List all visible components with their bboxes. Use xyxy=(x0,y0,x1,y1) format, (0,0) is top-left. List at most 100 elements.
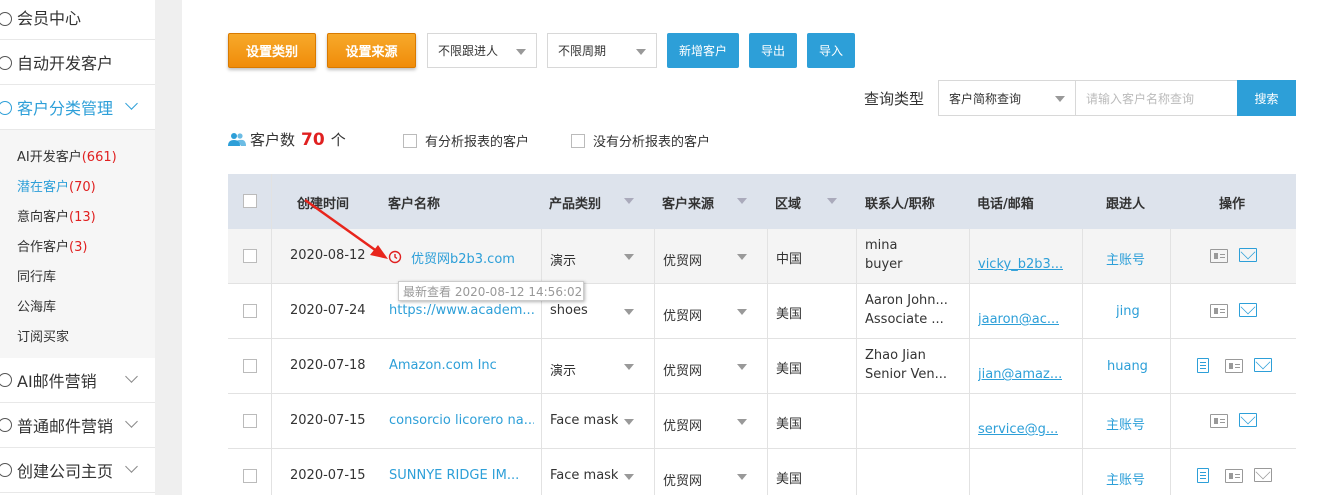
checkbox[interactable] xyxy=(571,133,585,148)
caret-down-icon[interactable] xyxy=(737,309,747,315)
table-row[interactable]: 2020-07-18 Amazon.com Inc 演示 优贸网 美国 Zhao… xyxy=(228,339,1296,394)
contact-card-icon[interactable] xyxy=(1225,359,1243,373)
report-icon[interactable] xyxy=(1197,358,1209,373)
column-divider xyxy=(271,174,272,495)
customer-name-link[interactable]: Amazon.com Inc xyxy=(389,358,497,373)
report-icon[interactable] xyxy=(1197,468,1209,483)
table-row[interactable]: 2020-07-15 SUNNYE RIDGE IM... Face mask … xyxy=(228,449,1296,504)
table-row[interactable]: 2020-07-24 https://www.academ... shoes 优… xyxy=(228,284,1296,339)
col-phone-email: 电话/邮箱 xyxy=(977,197,1034,212)
row-checkbox[interactable] xyxy=(243,469,257,483)
cell-source[interactable]: 优贸网 xyxy=(663,470,702,489)
cell-region: 中国 xyxy=(776,252,803,267)
contact-card-icon[interactable] xyxy=(1210,304,1228,318)
import-button[interactable]: 导入 xyxy=(807,33,855,68)
sidebar-item-member-center[interactable]: 会员中心 xyxy=(0,0,155,40)
search-input[interactable]: 请输入客户名称查询 xyxy=(1076,80,1238,116)
cell-owner[interactable]: 主账号 xyxy=(1106,469,1145,488)
caret-down-icon[interactable] xyxy=(624,254,634,260)
cell-product[interactable]: 演示 xyxy=(550,360,576,379)
cell-product[interactable]: Face mask xyxy=(550,468,618,483)
row-checkbox[interactable] xyxy=(243,304,257,318)
table-row[interactable]: 2020-07-15 consorcio licorero na... Face… xyxy=(228,394,1296,449)
customer-name-link[interactable]: 优贸网b2b3.com xyxy=(411,248,515,267)
sub-item-intent[interactable]: 意向客户(13) xyxy=(17,206,96,225)
export-button[interactable]: 导出 xyxy=(749,33,797,68)
cell-owner[interactable]: huang xyxy=(1107,359,1148,374)
sidebar-item-normal-email[interactable]: 普通邮件营销 xyxy=(0,403,155,448)
cell-source[interactable]: 优贸网 xyxy=(663,250,702,269)
add-customer-button[interactable]: 新增客户 xyxy=(667,33,739,68)
customer-name-link[interactable]: SUNNYE RIDGE IM... xyxy=(389,468,534,483)
checkbox[interactable] xyxy=(403,133,417,148)
chevron-down-icon xyxy=(125,460,138,473)
cell-contact-title: buyer xyxy=(865,257,903,272)
cell-source[interactable]: 优贸网 xyxy=(663,305,702,324)
cell-email[interactable]: service@g... xyxy=(978,422,1058,437)
query-type-select[interactable]: 客户简称查询 xyxy=(938,80,1076,116)
cell-owner[interactable]: 主账号 xyxy=(1106,414,1145,433)
sidebar-item-ai-email[interactable]: AI邮件营销 xyxy=(0,358,155,403)
sub-item-cooperation[interactable]: 合作客户(3) xyxy=(17,236,87,255)
caret-down-icon[interactable] xyxy=(624,419,634,425)
column-divider xyxy=(541,229,542,495)
caret-down-icon[interactable] xyxy=(624,474,634,480)
caret-down-icon[interactable] xyxy=(737,254,747,260)
caret-down-icon[interactable] xyxy=(624,364,634,370)
caret-down-icon[interactable] xyxy=(737,198,747,204)
cell-product[interactable]: 演示 xyxy=(550,250,576,269)
cell-email[interactable]: jian@amaz... xyxy=(978,367,1062,382)
mail-icon[interactable] xyxy=(1239,413,1257,427)
period-select[interactable]: 不限周期 xyxy=(547,33,657,68)
auto-icon xyxy=(0,56,12,70)
column-divider xyxy=(767,229,768,495)
sub-item-ai-develop[interactable]: AI开发客户(661) xyxy=(17,146,117,165)
chevron-down-icon xyxy=(125,97,138,110)
filter-without-report[interactable]: 没有分析报表的客户 xyxy=(571,131,710,150)
mail-icon[interactable] xyxy=(1239,303,1257,317)
cell-date: 2020-07-24 xyxy=(290,303,366,318)
followup-select[interactable]: 不限跟进人 xyxy=(427,33,537,68)
sidebar-item-auto-develop[interactable]: 自动开发客户 xyxy=(0,40,155,85)
set-source-button[interactable]: 设置来源 xyxy=(327,33,416,68)
cell-email[interactable]: jaaron@ac... xyxy=(978,312,1059,327)
cell-owner[interactable]: 主账号 xyxy=(1106,249,1145,268)
col-contact: 联系人/职称 xyxy=(865,197,935,212)
sidebar-item-customer-category[interactable]: 客户分类管理 xyxy=(0,85,155,130)
customer-name-link[interactable]: https://www.academ... xyxy=(389,303,534,318)
sidebar-item-company-page[interactable]: 创建公司主页 xyxy=(0,448,155,493)
sub-item-public-pool[interactable]: 公海库 xyxy=(17,296,56,315)
set-category-button[interactable]: 设置类别 xyxy=(228,33,316,68)
search-button[interactable]: 搜索 xyxy=(1237,80,1296,116)
mail-icon[interactable] xyxy=(1254,468,1272,482)
sub-item-subscribed-buyers[interactable]: 订阅买家 xyxy=(17,326,69,345)
caret-down-icon xyxy=(516,49,526,55)
cell-owner[interactable]: jing xyxy=(1116,304,1140,319)
filter-with-report[interactable]: 有分析报表的客户 xyxy=(403,131,529,150)
customer-name-link[interactable]: consorcio licorero na... xyxy=(389,413,534,428)
contact-card-icon[interactable] xyxy=(1225,469,1243,483)
sidebar-gutter xyxy=(155,0,182,495)
select-all-checkbox[interactable] xyxy=(243,194,257,208)
cell-source[interactable]: 优贸网 xyxy=(663,360,702,379)
row-checkbox[interactable] xyxy=(243,249,257,263)
caret-down-icon[interactable] xyxy=(737,364,747,370)
row-checkbox[interactable] xyxy=(243,414,257,428)
sub-item-peer[interactable]: 同行库 xyxy=(17,266,56,285)
cell-date: 2020-07-15 xyxy=(290,413,366,428)
caret-down-icon[interactable] xyxy=(827,198,837,204)
mail-icon[interactable] xyxy=(1254,358,1272,372)
cell-product[interactable]: shoes xyxy=(550,303,588,318)
mail-icon[interactable] xyxy=(1239,248,1257,262)
contact-card-icon[interactable] xyxy=(1210,414,1228,428)
cell-source[interactable]: 优贸网 xyxy=(663,415,702,434)
caret-down-icon[interactable] xyxy=(624,309,634,315)
cell-product[interactable]: Face mask xyxy=(550,413,618,428)
contact-card-icon[interactable] xyxy=(1210,249,1228,263)
caret-down-icon[interactable] xyxy=(737,474,747,480)
sub-item-potential[interactable]: 潜在客户(70) xyxy=(17,176,96,195)
cell-email[interactable]: vicky_b2b3... xyxy=(978,257,1063,272)
caret-down-icon[interactable] xyxy=(624,198,634,204)
row-checkbox[interactable] xyxy=(243,359,257,373)
caret-down-icon[interactable] xyxy=(737,419,747,425)
